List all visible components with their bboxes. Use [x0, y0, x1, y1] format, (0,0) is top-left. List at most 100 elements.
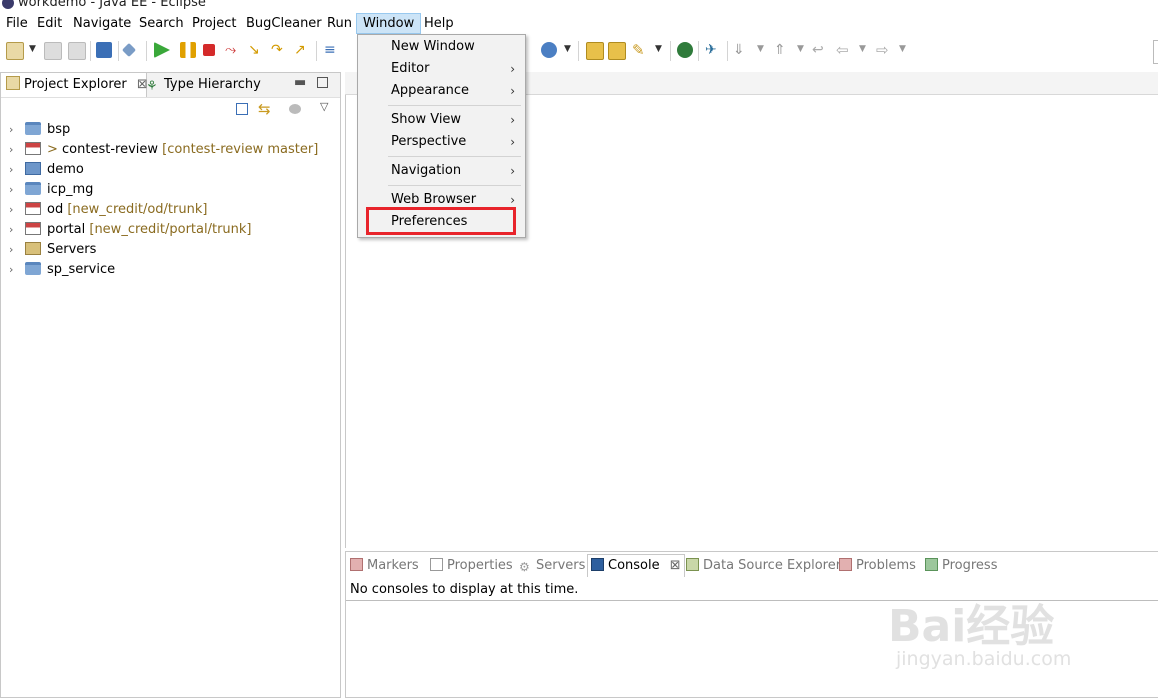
chevron-right-icon[interactable]: ›	[9, 200, 21, 220]
tree-item-label: sp_service	[47, 262, 116, 277]
resume-icon[interactable]	[154, 42, 170, 58]
menu-window[interactable]: Window	[356, 13, 422, 34]
tab-markers-label: Markers	[367, 558, 419, 573]
menu-help[interactable]: Help	[418, 14, 460, 33]
tree-item-bsp[interactable]: › bsp	[9, 120, 70, 140]
chevron-right-icon[interactable]: ›	[9, 140, 21, 160]
task-icon[interactable]: ✈	[705, 42, 721, 58]
tree-item-od[interactable]: › od [new_credit/od/trunk]	[9, 200, 207, 220]
menu-item-label: Navigation	[391, 163, 462, 178]
collapse-all-icon[interactable]	[236, 103, 248, 115]
open-type-icon[interactable]	[586, 42, 604, 60]
back-icon[interactable]: ⇦	[836, 42, 852, 58]
tab-problems-label: Problems	[856, 558, 916, 573]
menu-item-navigation[interactable]: Navigation ›	[358, 160, 525, 182]
search-icon[interactable]: ✎	[632, 42, 648, 58]
menu-item-label: Editor	[391, 61, 430, 76]
step-return-icon[interactable]: ↗	[294, 42, 310, 58]
menu-navigate[interactable]: Navigate	[67, 14, 137, 33]
submenu-arrow-icon: ›	[510, 164, 515, 178]
watermark-url: jingyan.baidu.com	[896, 648, 1072, 670]
close-icon[interactable]: ⊠	[670, 558, 681, 573]
forward-dropdown-icon[interactable]: ▼	[899, 44, 906, 54]
project-explorer-panel: Project Explorer ⊠ ⚘ Type Hierarchy ▬ ⇆ ▽…	[0, 72, 341, 698]
open-resource-icon[interactable]	[608, 42, 626, 60]
project-explorer-icon	[6, 76, 20, 90]
terminate-icon[interactable]	[203, 44, 215, 56]
forward-icon[interactable]: ⇨	[876, 42, 892, 58]
menu-item-perspective[interactable]: Perspective ›	[358, 131, 525, 153]
chevron-right-icon[interactable]: ›	[9, 120, 21, 140]
tab-data-source-explorer[interactable]: Data Source Explorer	[686, 555, 841, 577]
menu-bar: File Edit Navigate Search Project BugCle…	[0, 13, 1158, 34]
tree-item-demo[interactable]: › demo	[9, 160, 84, 180]
tab-problems[interactable]: Problems	[839, 555, 916, 577]
save-icon[interactable]	[44, 42, 62, 60]
menu-search[interactable]: Search	[133, 14, 190, 33]
save-all-icon[interactable]	[68, 42, 86, 60]
menu-item-show-view[interactable]: Show View ›	[358, 109, 525, 131]
tab-type-hierarchy[interactable]: ⚘ Type Hierarchy	[146, 73, 261, 97]
previous-annotation-dropdown-icon[interactable]: ▼	[797, 44, 804, 54]
project-error-icon	[25, 222, 41, 235]
menu-bugcleaner[interactable]: BugCleaner	[240, 14, 328, 33]
menu-separator	[388, 156, 521, 157]
suspend-icon[interactable]	[180, 42, 196, 58]
back-dropdown-icon[interactable]: ▼	[859, 44, 866, 54]
tab-servers[interactable]: ⚙ Servers	[519, 555, 585, 577]
tab-console-label: Console	[608, 558, 660, 573]
project-icon	[25, 162, 41, 175]
new-java-class-icon[interactable]	[541, 42, 557, 58]
use-step-filters-icon[interactable]: ≡	[324, 42, 340, 58]
maximize-icon[interactable]	[317, 77, 328, 88]
tree-item-sp-service[interactable]: › sp_service	[9, 260, 115, 280]
last-edit-location-icon[interactable]: ↩	[812, 42, 828, 58]
tab-servers-label: Servers	[536, 558, 586, 573]
tab-progress[interactable]: Progress	[925, 555, 997, 577]
search-dropdown-icon[interactable]: ▼	[655, 44, 662, 54]
chevron-right-icon[interactable]: ›	[9, 240, 21, 260]
skip-breakpoints-icon[interactable]	[121, 42, 137, 58]
step-over-icon[interactable]: ↷	[271, 42, 287, 58]
tree-item-label: demo	[47, 162, 84, 177]
disconnect-icon[interactable]: ⤳	[225, 42, 241, 58]
tree-item-portal[interactable]: › portal [new_credit/portal/trunk]	[9, 220, 252, 240]
chevron-right-icon[interactable]: ›	[9, 260, 21, 280]
minimize-icon[interactable]: ▬	[294, 75, 306, 90]
menu-item-new-window[interactable]: New Window	[358, 36, 525, 58]
tree-item-contest-review[interactable]: › > contest-review [contest-review master…	[9, 140, 318, 160]
link-with-editor-icon[interactable]: ⇆	[258, 100, 271, 118]
new-dropdown-icon[interactable]: ▼	[29, 44, 36, 54]
project-error-icon	[25, 202, 41, 215]
menu-item-appearance[interactable]: Appearance ›	[358, 80, 525, 102]
new-wizard-icon[interactable]	[6, 42, 24, 60]
view-menu-icon[interactable]: ▽	[320, 100, 328, 113]
step-into-icon[interactable]: ↘	[248, 42, 264, 58]
main-toolbar: ▼ ⤳ ↘ ↷ ↗ ≡ ▼ ✎ ▼ ✈ ⇓ ▼ ⇑ ▼ ↩ ⇦ ▼ ⇨ ▼	[0, 36, 1158, 66]
chevron-right-icon[interactable]: ›	[9, 180, 21, 200]
menu-edit[interactable]: Edit	[31, 14, 68, 33]
menu-item-label: Perspective	[391, 134, 467, 149]
menu-file[interactable]: File	[0, 14, 34, 33]
next-annotation-icon[interactable]: ⇓	[733, 42, 749, 58]
chevron-right-icon[interactable]: ›	[9, 160, 21, 180]
tab-console[interactable]: Console ⊠	[587, 554, 685, 577]
focus-active-task-icon[interactable]	[289, 104, 301, 114]
menu-project[interactable]: Project	[186, 14, 242, 33]
previous-annotation-icon[interactable]: ⇑	[774, 42, 790, 58]
new-java-class-dropdown-icon[interactable]: ▼	[564, 44, 571, 54]
perspective-switcher[interactable]	[1153, 40, 1158, 64]
menu-run[interactable]: Run	[321, 14, 358, 33]
chevron-right-icon[interactable]: ›	[9, 220, 21, 240]
tab-properties[interactable]: Properties	[430, 555, 513, 577]
next-annotation-dropdown-icon[interactable]: ▼	[757, 44, 764, 54]
open-console-icon[interactable]	[96, 42, 112, 58]
tab-project-explorer-label: Project Explorer	[24, 77, 127, 92]
tree-item-label: contest-review	[62, 142, 159, 157]
tree-item-icp-mg[interactable]: › icp_mg	[9, 180, 93, 200]
tab-markers[interactable]: Markers	[350, 555, 419, 577]
globe-icon[interactable]	[677, 42, 693, 58]
tree-item-servers[interactable]: › Servers	[9, 240, 96, 260]
tab-project-explorer[interactable]: Project Explorer ⊠	[1, 73, 148, 97]
menu-item-editor[interactable]: Editor ›	[358, 58, 525, 80]
